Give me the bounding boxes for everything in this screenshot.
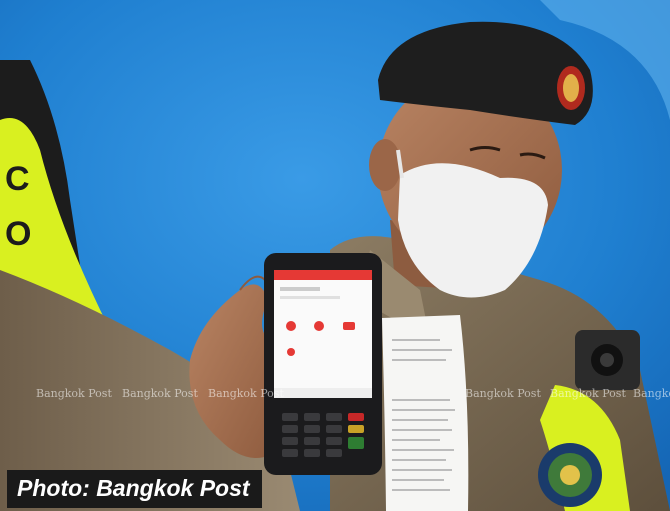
svg-text:C: C (5, 160, 30, 198)
svg-text:Bangkok Post: Bangkok Post (465, 387, 541, 400)
svg-text:O: O (5, 215, 31, 253)
svg-text:Bangkok Post: Bangkok Post (633, 387, 670, 400)
svg-text:Bangkok Post: Bangkok Post (36, 387, 112, 400)
svg-text:Bangkok Post: Bangkok Post (122, 387, 198, 400)
svg-text:Bangkok Post: Bangkok Post (550, 387, 626, 400)
printed-receipt (382, 315, 469, 511)
officer-ear (369, 139, 401, 191)
photo-frame: C O Bangkok Post Bangkok Post Bangkok Po… (0, 0, 670, 511)
photo: C O Bangkok Post Bangkok Post Bangkok Po… (0, 0, 670, 511)
svg-text:Bangkok Post: Bangkok Post (208, 387, 284, 400)
photo-credit-caption: Photo: Bangkok Post (7, 470, 262, 508)
